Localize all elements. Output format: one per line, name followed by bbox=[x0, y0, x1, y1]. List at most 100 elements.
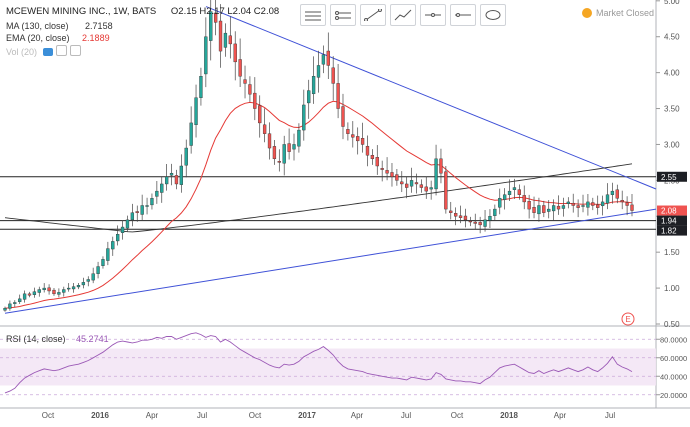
price-tick-label: 1.50 bbox=[664, 248, 680, 257]
candle-body bbox=[478, 222, 482, 226]
candle-body bbox=[179, 165, 184, 185]
candle-body bbox=[101, 259, 105, 266]
candle-body bbox=[145, 205, 149, 207]
candle-body bbox=[194, 97, 198, 126]
time-tick-label: Oct bbox=[451, 411, 464, 420]
candle-body bbox=[390, 172, 394, 177]
ohlc-values: O2.15 H2.17 L2.04 C2.08 bbox=[170, 6, 280, 17]
candle-body bbox=[449, 210, 453, 213]
candle-body bbox=[380, 168, 384, 170]
candle-body bbox=[512, 187, 517, 190]
ma-legend[interactable]: MA (130, close) 2.7158 bbox=[6, 21, 113, 31]
candle-body bbox=[356, 136, 360, 142]
market-status: Market Closed bbox=[581, 8, 654, 18]
price-tick-label: 4.00 bbox=[664, 69, 680, 78]
candle-body bbox=[561, 205, 566, 209]
candle-body bbox=[272, 146, 277, 160]
ray-lines-icon[interactable] bbox=[330, 4, 356, 26]
candle-body bbox=[253, 92, 257, 109]
candle-body bbox=[174, 175, 179, 185]
candle-body bbox=[400, 181, 404, 185]
candle-body bbox=[47, 287, 51, 292]
candle-body bbox=[473, 221, 477, 224]
candle-body bbox=[581, 205, 585, 207]
candle-body bbox=[111, 241, 115, 250]
candle-body bbox=[76, 285, 81, 288]
candle-body bbox=[576, 205, 580, 208]
ema-legend[interactable]: EMA (20, close) 2.1889 bbox=[6, 33, 110, 43]
candle-body bbox=[277, 161, 281, 163]
candle-body bbox=[439, 158, 443, 174]
candle-body bbox=[22, 293, 27, 300]
time-tick-label: Oct bbox=[249, 411, 262, 420]
candle-body bbox=[199, 76, 203, 98]
candle-body bbox=[32, 291, 37, 295]
eye-icon[interactable] bbox=[42, 48, 53, 56]
ellipse-icon[interactable] bbox=[480, 4, 506, 26]
candle-body bbox=[630, 204, 634, 211]
candle-body bbox=[57, 292, 61, 295]
candle-body bbox=[258, 105, 262, 124]
vol-label: Vol (20) bbox=[6, 47, 38, 57]
trend-line-icon[interactable] bbox=[360, 4, 386, 26]
candle-body bbox=[96, 266, 100, 274]
time-tick-label: 2017 bbox=[298, 411, 316, 420]
candle-body bbox=[453, 213, 458, 217]
candle-body bbox=[321, 54, 326, 65]
time-tick-label: Jul bbox=[197, 411, 207, 420]
candle-body bbox=[507, 190, 512, 195]
close-icon[interactable] bbox=[69, 45, 81, 56]
price-label-text: 1.82 bbox=[661, 227, 677, 236]
candle-body bbox=[155, 190, 159, 197]
rsi-tick-label: 20.0000 bbox=[660, 391, 687, 400]
candle-body bbox=[150, 198, 154, 206]
candle-body bbox=[517, 189, 521, 195]
candle-body bbox=[140, 205, 144, 215]
candle-body bbox=[116, 234, 120, 242]
candle-body bbox=[106, 248, 110, 261]
price-label-text: 2.55 bbox=[661, 173, 677, 182]
horizontal-lines-icon[interactable] bbox=[300, 4, 326, 26]
ema-value: 2.1889 bbox=[82, 33, 110, 43]
candle-body bbox=[566, 201, 570, 204]
settings-icon[interactable] bbox=[55, 45, 67, 56]
polyline-icon[interactable] bbox=[390, 4, 416, 26]
candle-body bbox=[297, 129, 301, 147]
candle-body bbox=[547, 208, 551, 212]
symbol-legend: MCEWEN MINING INC., 1W, BATS O2.15 H2.17… bbox=[6, 6, 279, 17]
horizontal-ray-icon[interactable] bbox=[420, 4, 446, 26]
candle-body bbox=[556, 205, 561, 210]
candle-body bbox=[537, 205, 541, 215]
candle-body bbox=[365, 145, 370, 156]
rsi-legend[interactable]: RSI (14, close) 45.2741 bbox=[6, 334, 109, 344]
candle-body bbox=[571, 202, 575, 206]
price-tick-label: 3.50 bbox=[664, 105, 680, 114]
vol-legend[interactable]: Vol (20) bbox=[6, 45, 81, 57]
candle-body bbox=[458, 215, 463, 218]
candle-body bbox=[243, 79, 247, 84]
drawing-toolbar bbox=[300, 4, 506, 26]
rsi-tick-label: 80.0000 bbox=[660, 335, 687, 344]
candle-body bbox=[3, 308, 7, 311]
candle-body bbox=[282, 144, 286, 164]
price-tick-label: 1.00 bbox=[664, 284, 680, 293]
candle-body bbox=[424, 186, 428, 192]
price-chart[interactable]: 5.004.504.003.503.002.502.001.501.000.50… bbox=[0, 0, 690, 422]
ema-label: EMA (20, close) bbox=[6, 33, 70, 43]
arrow-line-icon[interactable] bbox=[450, 4, 476, 26]
market-status-label: Market Closed bbox=[595, 8, 654, 18]
candle-body bbox=[62, 289, 66, 293]
candle-body bbox=[502, 194, 507, 200]
candle-body bbox=[218, 20, 223, 52]
candle-body bbox=[346, 129, 350, 134]
candle-body bbox=[18, 298, 22, 302]
candle-body bbox=[434, 158, 438, 190]
clock-icon bbox=[581, 8, 592, 18]
candle-body bbox=[13, 302, 17, 304]
time-tick-label: Apr bbox=[554, 411, 567, 420]
candle-body bbox=[360, 138, 365, 145]
candle-body bbox=[184, 147, 188, 166]
time-tick-label: Jul bbox=[401, 411, 411, 420]
candle-body bbox=[542, 205, 546, 213]
candle-body bbox=[395, 174, 399, 181]
